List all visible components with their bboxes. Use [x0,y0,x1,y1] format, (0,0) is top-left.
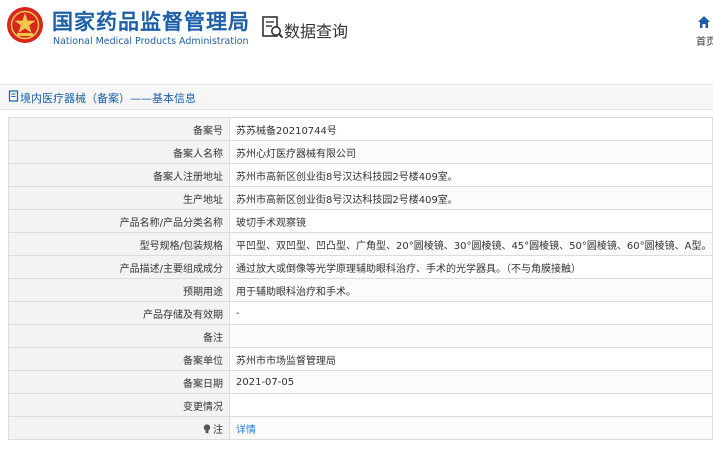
site-title-cn: 国家药品监督管理局 [52,10,250,34]
lightbulb-icon [203,423,211,433]
table-row: 产品名称/产品分类名称 玻切手术观察镜 [8,209,713,233]
row-value: 苏苏械备20210744号 [229,117,713,141]
row-value: 苏州市市场监督管理局 [229,347,713,371]
row-value [229,393,713,417]
row-value: 平凹型、双凹型、凹凸型、广角型、20°圆棱镜、30°圆棱镜、45°圆棱镜、50°… [229,232,713,256]
row-label: 预期用途 [8,278,230,302]
row-label: 备案单位 [8,347,230,371]
row-label: 备案号 [8,117,230,141]
row-value: 苏州心灯医疗器械有限公司 [229,140,713,164]
row-label: 变更情况 [8,393,230,417]
row-value: 用于辅助眼科治疗和手术。 [229,278,713,302]
table-row: 备案日期 2021-07-05 [8,370,713,394]
row-value: - [229,301,713,325]
table-row: 备案人名称 苏州心灯医疗器械有限公司 [8,140,713,164]
table-row: 生产地址 苏州市高新区创业街8号汉达科技园2号楼409室。 [8,186,713,210]
row-label: 产品描述/主要组成成分 [8,255,230,279]
home-icon[interactable] [697,15,711,29]
row-label: 生产地址 [8,186,230,210]
note-label-cell: 注 [8,416,230,440]
table-row: 备案人注册地址 苏州市高新区创业街8号汉达科技园2号楼409室。 [8,163,713,187]
table-row: 注 详情 [8,416,713,440]
row-label: 备案人注册地址 [8,163,230,187]
table-row: 变更情况 [8,393,713,417]
row-label: 备案日期 [8,370,230,394]
table-row: 预期用途 用于辅助眼科治疗和手术。 [8,278,713,302]
detail-table: 备案号 苏苏械备20210744号 备案人名称 苏州心灯医疗器械有限公司 备案人… [8,117,713,440]
table-row: 产品存储及有效期 - [8,301,713,325]
breadcrumb-text: 境内医疗器械（备案）——基本信息 [20,92,196,105]
row-value: 苏州市高新区创业街8号汉达科技园2号楼409室。 [229,186,713,210]
row-value: 苏州市高新区创业街8号汉达科技园2号楼409室。 [229,163,713,187]
row-value-cell: 详情 [229,416,713,440]
breadcrumb: 境内医疗器械（备案）——基本信息 [0,84,713,110]
row-label: 产品存储及有效期 [8,301,230,325]
row-label: 注 [213,424,223,436]
row-label: 备案人名称 [8,140,230,164]
table-row: 备案单位 苏州市市场监督管理局 [8,347,713,371]
data-query-link[interactable]: 数据查询 [284,18,348,42]
row-label: 备注 [8,324,230,348]
site-header: 国家药品监督管理局 National Medical Products Admi… [0,0,713,62]
table-row: 备案号 苏苏械备20210744号 [8,117,713,141]
site-title-en: National Medical Products Administration [53,36,249,47]
document-icon [8,90,19,102]
row-value: 玻切手术观察镜 [229,209,713,233]
row-value [229,324,713,348]
nmpa-emblem-icon [7,7,43,43]
document-search-icon[interactable] [262,16,284,40]
table-row: 产品描述/主要组成成分 通过放大或倒像等光学原理辅助眼科治疗、手术的光学器具。（… [8,255,713,279]
row-value: 2021-07-05 [229,370,713,394]
home-link[interactable]: 首页 [696,33,713,48]
row-label: 产品名称/产品分类名称 [8,209,230,233]
row-value: 通过放大或倒像等光学原理辅助眼科治疗、手术的光学器具。（不与角膜接触） [229,255,713,279]
row-label: 型号规格/包装规格 [8,232,230,256]
details-link[interactable]: 详情 [236,425,256,436]
table-row: 型号规格/包装规格 平凹型、双凹型、凹凸型、广角型、20°圆棱镜、30°圆棱镜、… [8,232,713,256]
table-row: 备注 [8,324,713,348]
